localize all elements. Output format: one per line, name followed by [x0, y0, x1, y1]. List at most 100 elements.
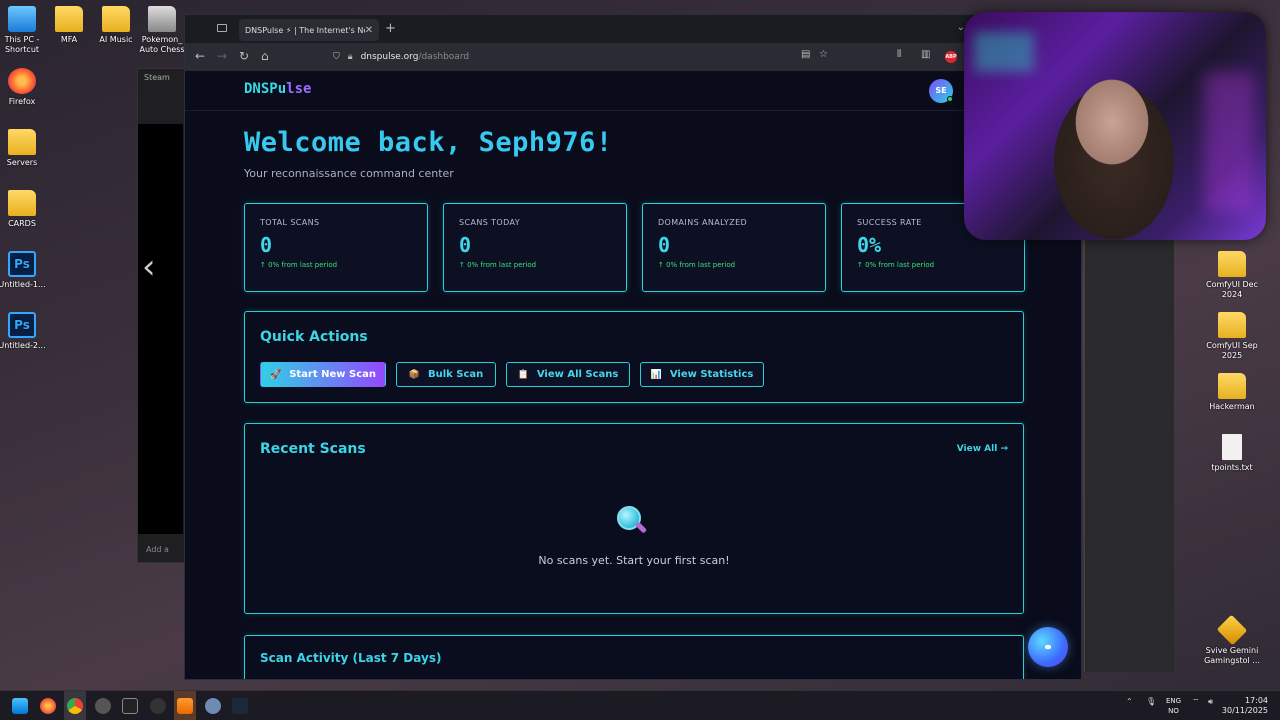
stat-change: ↑ 0% from last period [459, 261, 537, 269]
stat-value: 0 [459, 233, 472, 257]
scan-activity-title: Scan Activity (Last 7 Days) [260, 651, 442, 665]
firefox-icon[interactable] [40, 698, 56, 714]
system-clock[interactable]: 17:04 30/11/2025 [1222, 696, 1268, 716]
pc-icon [8, 6, 36, 32]
chat-fab-button[interactable] [1028, 627, 1068, 667]
settings-gear-icon[interactable] [95, 698, 111, 714]
shortcut-icon [1216, 614, 1248, 646]
background-dark-pane [138, 124, 183, 534]
stat-label: DOMAINS ANALYZED [658, 218, 748, 227]
desktop-icon-gemini-chair[interactable]: Svive Gemini Gamingstol ... [1202, 614, 1262, 666]
online-status-dot [947, 96, 953, 102]
add-item-text[interactable]: Add a [146, 545, 169, 554]
folder-icon [55, 6, 83, 32]
clipboard-icon: 📋 [517, 369, 529, 380]
desktop-icon-pokemon[interactable]: Pokemon_ Auto Chess [132, 6, 192, 55]
desktop-icon-tpoints[interactable]: tpoints.txt [1202, 434, 1262, 473]
desktop-icon-untitled-1[interactable]: Ps Untitled-1... [0, 251, 52, 290]
quick-actions-title: Quick Actions [260, 329, 368, 345]
steam-icon[interactable] [232, 698, 248, 714]
language-indicator[interactable]: ENG NO [1166, 696, 1181, 716]
stat-change: ↑ 0% from last period [260, 261, 338, 269]
desktop-icon-comfyui-sep[interactable]: ComfyUI Sep 2025 [1202, 312, 1262, 361]
stat-value: 0 [260, 233, 273, 257]
recent-scans-panel: Recent Scans View All → No scans yet. St… [244, 423, 1024, 614]
stat-label: TOTAL SCANS [260, 218, 320, 227]
desktop-icon-comfyui-dec[interactable]: ComfyUI Dec 2024 [1202, 251, 1262, 300]
stat-card-domains-analyzed: DOMAINS ANALYZED 0 ↑ 0% from last period [642, 203, 826, 292]
start-new-scan-button[interactable]: 🚀 Start New Scan [260, 362, 386, 387]
sidebar-icon[interactable]: ▥ [921, 49, 930, 60]
obs-icon[interactable] [205, 698, 221, 714]
folder-icon [1218, 373, 1246, 399]
tab-bar: DNSPulse ⚡ | The Internet's Nervo ✕ + ⌄ [185, 15, 1081, 43]
rocket-icon: 🚀 [269, 369, 282, 380]
chrome-icon[interactable] [67, 698, 83, 714]
scan-activity-panel: Scan Activity (Last 7 Days) [244, 635, 1024, 679]
browser-tab-dnspulse[interactable]: DNSPulse ⚡ | The Internet's Nervo ✕ [239, 19, 379, 41]
magnifying-glass-icon [617, 506, 648, 534]
wifi-icon[interactable]: ⌔ [1192, 697, 1200, 707]
view-statistics-button[interactable]: 📊 View Statistics [640, 362, 764, 387]
view-all-scans-button[interactable]: 📋 View All Scans [506, 362, 630, 387]
reader-view-icon[interactable]: ▤ [801, 49, 810, 60]
folder-icon [8, 129, 36, 155]
background-right-pane [1084, 240, 1174, 672]
volume-icon[interactable]: 🔊︎ [1208, 697, 1213, 707]
reload-icon[interactable]: ↻ [239, 49, 249, 63]
folder-icon [8, 190, 36, 216]
bookmark-star-icon[interactable]: ☆ [819, 49, 828, 60]
welcome-heading: Welcome back, Seph976! [244, 127, 613, 158]
recent-scans-title: Recent Scans [260, 441, 366, 457]
app-icon[interactable] [150, 698, 166, 714]
tab-title: DNSPulse ⚡ | The Internet's Nervo [245, 25, 365, 35]
desktop-icon-untitled-2[interactable]: Ps Untitled-2... [0, 312, 52, 351]
bulk-scan-button[interactable]: 📦 Bulk Scan [396, 362, 496, 387]
home-icon[interactable]: ⌂ [261, 49, 269, 63]
firefox-icon [8, 68, 36, 94]
forward-icon[interactable]: → [217, 49, 227, 63]
package-icon: 📦 [408, 369, 420, 380]
tray-expand-icon[interactable]: ⌃ [1126, 697, 1133, 706]
lock-icon[interactable]: 🔒︎ [348, 52, 353, 62]
desktop-icon-servers[interactable]: Servers [0, 129, 52, 168]
desktop-icon-cards[interactable]: CARDS [0, 190, 52, 229]
stat-change: ↑ 0% from last period [658, 261, 736, 269]
library-icon[interactable]: ⫴ [897, 49, 901, 60]
stat-card-total-scans: TOTAL SCANS 0 ↑ 0% from last period [244, 203, 428, 292]
back-icon[interactable]: ← [195, 49, 205, 63]
empty-state-text: No scans yet. Start your first scan! [538, 554, 730, 567]
text-file-icon [1222, 434, 1242, 460]
adblock-icon[interactable]: ABP [945, 51, 957, 63]
terminal-icon[interactable] [122, 698, 138, 714]
stat-label: SCANS TODAY [459, 218, 521, 227]
webcam-overlay [964, 12, 1266, 240]
steam-tab[interactable]: Steam [144, 73, 170, 82]
folder-icon [1218, 312, 1246, 338]
vlc-icon[interactable] [177, 698, 193, 714]
taskbar: ⌃ 🎙︎ ENG NO ⌔ 🔊︎ 17:04 30/11/2025 [0, 690, 1280, 720]
stat-change: ↑ 0% from last period [857, 261, 935, 269]
shield-icon[interactable]: ⛉ [333, 52, 340, 62]
browser-window: DNSPulse ⚡ | The Internet's Nervo ✕ + ⌄ … [184, 14, 1082, 680]
desktop-icon-firefox[interactable]: Firefox [0, 68, 52, 107]
dnspulse-logo[interactable]: DNSPulse [244, 81, 311, 97]
url-bar[interactable]: ⛉ 🔒︎ dnspulse.org/dashboard [333, 47, 833, 67]
url-host: dnspulse.org [360, 52, 419, 62]
dnspulse-dashboard: DNSPulse SE Welcome back, Seph976! Your … [185, 71, 1081, 679]
close-icon[interactable]: ✕ [365, 25, 373, 36]
url-path: /dashboard [418, 52, 470, 62]
tab-list-icon[interactable] [217, 24, 227, 32]
background-steam-window[interactable]: Steam ‹ Add a [137, 68, 187, 563]
desktop-icon-hackerman[interactable]: Hackerman [1202, 373, 1262, 412]
chevron-left-icon[interactable]: ‹ [142, 247, 156, 287]
new-tab-icon[interactable]: + [385, 21, 396, 36]
view-all-link[interactable]: View All → [957, 444, 1008, 454]
microphone-icon[interactable]: 🎙︎ [1146, 697, 1156, 706]
folder-icon [1218, 251, 1246, 277]
app-header: DNSPulse SE [185, 71, 1081, 111]
photoshop-icon: Ps [8, 251, 36, 277]
quick-actions-panel: Quick Actions 🚀 Start New Scan 📦 Bulk Sc… [244, 311, 1024, 403]
folder-icon [102, 6, 130, 32]
windows-start-icon[interactable] [12, 698, 28, 714]
